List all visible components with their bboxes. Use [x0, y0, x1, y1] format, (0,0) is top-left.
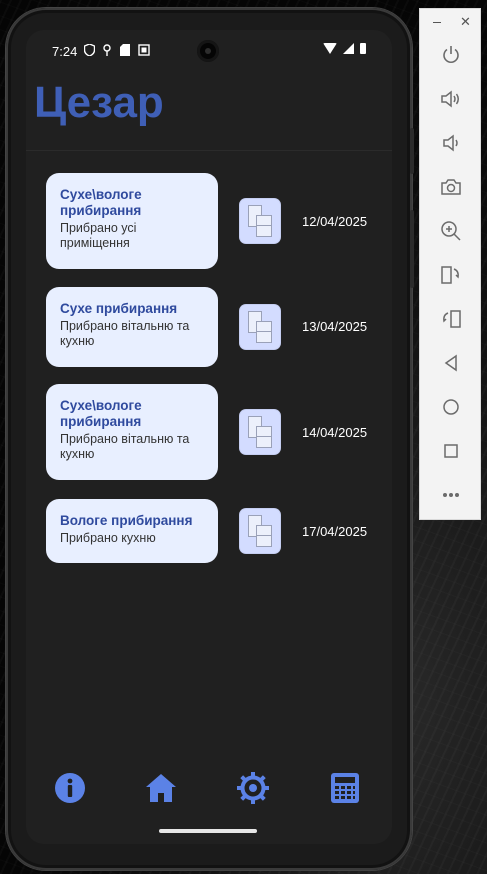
record-description: Прибрано вітальню та кухню — [60, 319, 190, 348]
screenshot-button[interactable] — [435, 171, 467, 203]
overview-icon — [444, 444, 458, 458]
back-icon — [444, 354, 457, 372]
zoom-button[interactable] — [435, 215, 467, 247]
signal-icon — [343, 43, 354, 54]
screenshot-icon — [138, 44, 150, 59]
overview-button[interactable] — [435, 435, 467, 467]
back-button[interactable] — [435, 347, 467, 379]
nav-settings-button[interactable] — [233, 768, 273, 808]
shield-icon — [83, 43, 96, 59]
close-button[interactable]: ✕ — [460, 15, 471, 29]
status-time: 7:24 — [52, 44, 78, 59]
nav-home-button[interactable] — [141, 768, 181, 808]
rotate-right-button[interactable] — [435, 303, 467, 335]
record-card[interactable]: Сухе\вологе прибирання Прибрано усі прим… — [46, 173, 218, 269]
front-camera — [197, 40, 219, 62]
image-placeholder-icon[interactable] — [240, 509, 280, 553]
sd-card-icon — [120, 44, 130, 59]
rotate-right-icon — [443, 310, 461, 328]
battery-icon — [360, 43, 366, 54]
volume-down-icon — [443, 134, 458, 152]
record-card[interactable]: Сухе прибирання Прибрано вітальню та кух… — [46, 287, 218, 367]
image-placeholder-icon[interactable] — [240, 305, 280, 349]
location-icon — [102, 44, 112, 59]
phone-power-button — [410, 128, 414, 174]
power-button[interactable] — [435, 39, 467, 71]
home-circle-icon — [443, 399, 459, 415]
bottom-navigation — [26, 768, 392, 808]
status-bar: 7:24 — [26, 30, 392, 70]
record-date: 13/04/2025 — [302, 319, 368, 334]
record-description: Прибрано вітальню та кухню — [60, 432, 190, 461]
title-divider — [26, 150, 392, 151]
record-card[interactable]: Вологе прибирання Прибрано кухню — [46, 499, 218, 563]
phone-screen: 7:24 Цезар Сухе\вологе прибирання Прибра… — [26, 30, 392, 844]
volume-down-button[interactable] — [435, 127, 467, 159]
more-button[interactable] — [435, 479, 467, 511]
calculator-icon — [331, 773, 359, 803]
phone-volume-button — [410, 210, 414, 288]
app-title: Цезар — [34, 78, 164, 127]
nav-info-button[interactable] — [50, 768, 90, 808]
image-placeholder-icon[interactable] — [240, 410, 280, 454]
record-title: Сухе прибирання — [60, 301, 178, 316]
record-title: Сухе\вологе прибирання — [60, 398, 142, 429]
volume-up-icon — [441, 90, 459, 108]
settings-gear-icon — [237, 772, 269, 804]
more-icon — [443, 493, 459, 497]
rotate-left-button[interactable] — [435, 259, 467, 291]
record-date: 12/04/2025 — [302, 214, 368, 229]
home-icon — [146, 774, 176, 802]
record-description: Прибрано кухню — [60, 531, 156, 545]
volume-up-button[interactable] — [435, 83, 467, 115]
info-icon — [55, 773, 85, 803]
record-date: 14/04/2025 — [302, 425, 368, 440]
image-placeholder-icon[interactable] — [240, 199, 280, 243]
home-button[interactable] — [435, 391, 467, 423]
record-date: 17/04/2025 — [302, 524, 368, 539]
rotate-left-icon — [441, 266, 459, 284]
record-description: Прибрано усі приміщення — [60, 221, 137, 250]
nav-calculator-button[interactable] — [325, 768, 365, 808]
zoom-icon — [441, 221, 461, 241]
power-icon — [443, 46, 459, 63]
wifi-icon — [323, 43, 337, 54]
emulator-toolbar: ✕ — [419, 8, 481, 520]
record-title: Сухе\вологе прибирання — [60, 187, 142, 218]
minimize-button[interactable] — [433, 22, 441, 23]
gesture-bar[interactable] — [159, 829, 257, 833]
record-title: Вологе прибирання — [60, 513, 193, 528]
record-card[interactable]: Сухе\вологе прибирання Прибрано вітальню… — [46, 384, 218, 480]
camera-icon — [441, 179, 461, 195]
